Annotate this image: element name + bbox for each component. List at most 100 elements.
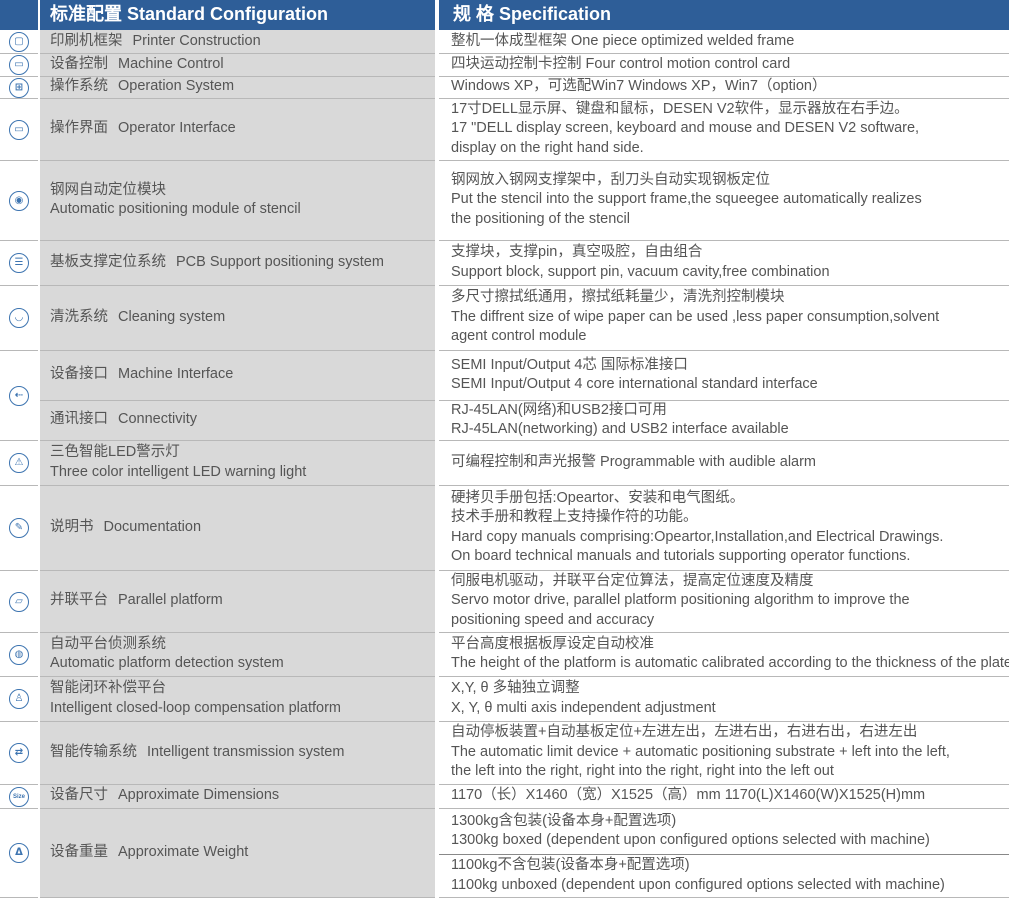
label-zh: 三色智能LED警示灯 (50, 444, 180, 460)
row-label: 设备控制 Machine Control (39, 53, 439, 77)
row-label: 智能传输系统 Intelligent transmission system (39, 721, 439, 785)
label-zh: 设备重量 (50, 843, 108, 860)
label-en: Cleaning system (118, 308, 226, 325)
spec-line: the positioning of the stencil (451, 210, 630, 227)
label-en: Machine Control (118, 55, 224, 72)
spec-line: 1300kg含包装(设备本身+配置选项) (451, 812, 677, 829)
row-icon-cell: ☰ (0, 240, 40, 286)
spec-cell: X,Y, θ 多轴独立调整 X, Y, θ multi axis independ… (437, 676, 1009, 722)
row-icon-cell: ◉ (0, 160, 40, 241)
warning-icon: ⚠ (9, 453, 29, 473)
windows-icon: ⊞ (9, 77, 29, 98)
spec-line: 平台高度根据板厚设定自动校准 (451, 635, 654, 652)
label-en: Parallel platform (118, 592, 223, 609)
label-zh: 通讯接口 (50, 411, 108, 428)
spec-line: 钢网放入钢网支撑架中，刮刀头自动实现钢板定位 (451, 171, 770, 188)
spec-cell: 四块运动控制卡控制 Four control motion control ca… (437, 53, 1009, 77)
label-en: Printer Construction (132, 32, 261, 49)
label-zh: 操作系统 (50, 78, 108, 95)
label-zh: 印刷机框架 (50, 32, 123, 49)
spec-line: The diffrent size of wipe paper can be u… (451, 308, 940, 325)
row-icon-cell: ⇠ (0, 350, 40, 441)
row-label: 印刷机框架 Printer Construction (39, 30, 439, 54)
row-icon-cell: ▱ (0, 570, 40, 633)
label-en: Machine Interface (118, 366, 234, 383)
label-zh: 清洗系统 (50, 308, 108, 325)
spec-line: The automatic limit device + automatic p… (451, 743, 950, 760)
label-en: Operator Interface (118, 120, 236, 137)
table-row: ♙ 智能闭环补偿平台 Intelligent closed-loop compens… (0, 676, 1009, 722)
row-icon-cell: Size (0, 784, 40, 809)
transfer-icon: ⇄ (9, 743, 29, 763)
label-zh: 设备控制 (50, 55, 108, 72)
spec-line: the left into the right, right into the … (451, 763, 834, 780)
spec-line: The height of the platform is automatic … (451, 655, 1009, 671)
table-row: ◍ 自动平台侦测系统 Automatic platform detection sy… (0, 632, 1009, 677)
row-icon-cell: ▭ (0, 98, 40, 161)
label-en: Automatic platform detection system (50, 655, 284, 671)
row-label: 通讯接口 Connectivity (39, 400, 439, 441)
table-header: 标准配置 Standard Configuration 规 格 Specific… (0, 0, 1009, 30)
spec-cell: 硬拷贝手册包括:Opeartor、安装和电气图纸。 技术手册和教程上支持操作符的功… (437, 485, 1009, 571)
weight-icon: ᐃ (9, 843, 29, 863)
spec-line: 硬拷贝手册包括:Opeartor、安装和电气图纸。 (451, 489, 745, 506)
row-icon-cell: ◡ (0, 285, 40, 351)
spec-line: X, Y, θ multi axis independent adjustmen… (451, 699, 716, 716)
spec-cell: RJ-45LAN(网络)和USB2接口可用 RJ-45LAN(networking… (437, 400, 1009, 441)
row-label: 三色智能LED警示灯 Three color intelligent LED wa… (39, 440, 439, 486)
spec-line: On board technical manuals and tutorials… (451, 548, 911, 564)
table-row: ◡ 清洗系统 Cleaning system 多尺寸擦拭纸通用，擦拭纸耗量少，清洗剂控… (0, 285, 1009, 351)
spec-line: Put the stencil into the support frame,t… (451, 191, 922, 208)
spec-cell: 自动停板装置+自动基板定位+左进左出，左进右出，右进右出，右进左出 The aut… (437, 721, 1009, 785)
table-row: ✎ 说明书 Documentation 硬拷贝手册包括:Opeartor、安装和电气图… (0, 485, 1009, 571)
row-label: 操作系统 Operation System (39, 76, 439, 99)
table-row: ▭ 设备控制 Machine Control 四块运动控制卡控制 Four contr… (0, 53, 1009, 77)
spec-line: 整机一体成型框架 One piece optimized welded fram… (451, 32, 795, 49)
label-en: Approximate Weight (118, 843, 249, 860)
spec-line: X,Y, θ 多轴独立调整 (451, 680, 580, 696)
spec-line: SEMI Input/Output 4芯 国际标准接口 (451, 356, 688, 373)
spec-cell: 可编程控制和声光报警 Programmable with audible ala… (437, 440, 1009, 486)
label-en: Automatic positioning module of stencil (50, 201, 301, 217)
spec-line: 自动停板装置+自动基板定位+左进左出，左进右出，右进右出，右进左出 (451, 724, 918, 741)
shield-icon: ◍ (9, 644, 29, 665)
label-zh: 钢网自动定位模块 (50, 181, 166, 198)
spec-line: 17 "DELL display screen, keyboard and mo… (451, 120, 920, 137)
label-en: Documentation (103, 518, 202, 535)
label-zh: 智能传输系统 (50, 743, 137, 760)
spec-line: 支撑块，支撑pin，真空吸腔，自由组合 (451, 244, 703, 260)
cleaning-icon: ◡ (9, 308, 29, 328)
spec-cell: 平台高度根据板厚设定自动校准 The height of the platform… (437, 632, 1009, 677)
spec-cell: 支撑块，支撑pin，真空吸腔，自由组合 Support block, suppor… (437, 240, 1009, 286)
spec-cell: 整机一体成型框架 One piece optimized welded fram… (437, 30, 1009, 54)
spec-line: agent control module (451, 328, 587, 345)
row-icon-cell: ⇄ (0, 721, 40, 785)
spec-cell: SEMI Input/Output 4芯 国际标准接口 SEMI Input/Ou… (437, 350, 1009, 401)
spec-line: 1170（长）X1460（宽）X1525（高）mm 1170(L)X1460(W… (451, 787, 926, 804)
label-en: Intelligent transmission system (147, 743, 345, 760)
table-row: ☰ 基板支撑定位系统 PCB Support positioning system 支… (0, 240, 1009, 286)
spec-cell: 钢网放入钢网支撑架中，刮刀头自动实现钢板定位 Put the stencil in… (437, 160, 1009, 241)
table-row: ⇄ 智能传输系统 Intelligent transmission system 自动… (0, 721, 1009, 785)
row-icon-cell: ⊞ (0, 76, 40, 99)
spec-table: 标准配置 Standard Configuration 规 格 Specific… (0, 0, 1009, 898)
row-icon-cell: ◍ (0, 632, 40, 677)
label-zh: 基板支撑定位系统 (50, 253, 166, 270)
monitor-icon: ▭ (9, 119, 29, 140)
label-en: PCB Support positioning system (176, 253, 384, 270)
spec-cell: Windows XP，可选配Win7 Windows XP，Win7（optio… (437, 76, 1009, 99)
label-en: Three color intelligent LED warning ligh… (50, 463, 307, 480)
row-label: 智能闭环补偿平台 Intelligent closed-loop compensa… (39, 676, 439, 722)
row-label: 基板支撑定位系统 PCB Support positioning system (39, 240, 439, 286)
spec-line: SEMI Input/Output 4 core international s… (451, 376, 818, 392)
row-label: 并联平台 Parallel platform (39, 570, 439, 633)
spec-line: Support block, support pin, vacuum cavit… (451, 263, 830, 280)
location-pin-icon: ◉ (9, 190, 29, 211)
label-zh: 操作界面 (50, 120, 108, 137)
row-label: 清洗系统 Cleaning system (39, 285, 439, 351)
manual-icon: ✎ (9, 518, 29, 538)
header-standard-configuration: 标准配置 Standard Configuration (39, 0, 439, 30)
row-icon-cell: ✎ (0, 485, 40, 571)
row-label: 说明书 Documentation (39, 485, 439, 571)
table-row: ▭ 操作界面 Operator Interface 17寸DELL显示屏、键盘和鼠标，… (0, 98, 1009, 161)
